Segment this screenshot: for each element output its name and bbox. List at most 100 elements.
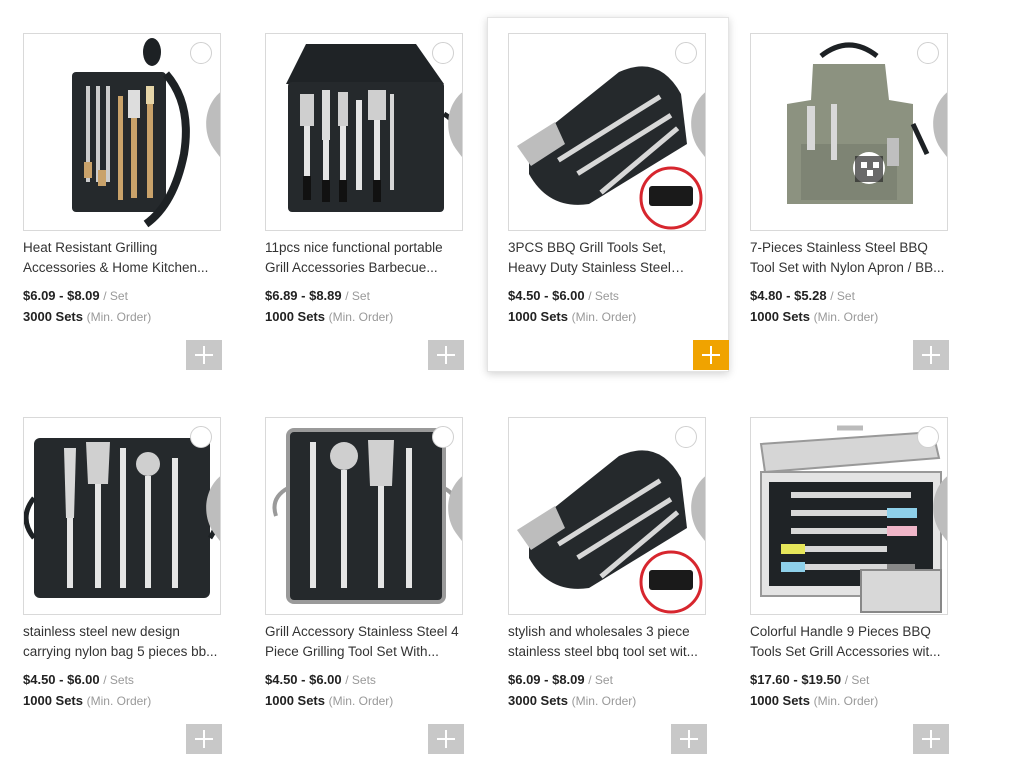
heart-icon — [933, 476, 947, 541]
product-image[interactable] — [23, 33, 221, 231]
favorite-button[interactable] — [675, 42, 705, 157]
plus-icon — [702, 346, 720, 364]
min-order-label: (Min. Order) — [86, 310, 152, 324]
add-to-compare-button[interactable] — [186, 340, 222, 370]
add-to-compare-button[interactable] — [671, 724, 707, 754]
plus-icon — [195, 346, 213, 364]
min-order-label: (Min. Order) — [571, 310, 637, 324]
price-range: $6.09 - $8.09 / Set — [508, 672, 613, 687]
min-order: 3000 Sets (Min. Order) — [508, 693, 636, 708]
price-unit: / Set — [588, 673, 613, 687]
add-to-compare-button[interactable] — [428, 340, 464, 370]
min-order-label: (Min. Order) — [86, 694, 152, 708]
product-card[interactable]: 7-Pieces Stainless Steel BBQ Tool Set wi… — [727, 17, 969, 372]
min-order-label: (Min. Order) — [571, 694, 637, 708]
product-card[interactable]: 3PCS BBQ Grill Tools Set, Heavy Duty Sta… — [487, 17, 729, 372]
price-range: $6.89 - $8.89 / Set — [265, 288, 370, 303]
min-order: 1000 Sets (Min. Order) — [265, 309, 393, 324]
min-order-qty: 1000 Sets — [23, 693, 83, 708]
product-image[interactable] — [265, 33, 463, 231]
price-range: $6.09 - $8.09 / Set — [23, 288, 128, 303]
price-unit: / Sets — [345, 673, 376, 687]
price-range: $4.50 - $6.00 / Sets — [508, 288, 619, 303]
favorite-button[interactable] — [917, 426, 947, 541]
price-amount: $17.60 - $19.50 — [750, 672, 842, 687]
product-title[interactable]: Grill Accessory Stainless Steel 4 Piece … — [265, 622, 463, 662]
product-title[interactable]: stylish and wholesales 3 piece stainless… — [508, 622, 706, 662]
price-amount: $6.09 - $8.09 — [508, 672, 585, 687]
price-unit: / Sets — [103, 673, 134, 687]
price-unit: / Sets — [588, 289, 619, 303]
product-title[interactable]: stainless steel new design carrying nylo… — [23, 622, 221, 662]
price-amount: $4.80 - $5.28 — [750, 288, 827, 303]
min-order-qty: 1000 Sets — [750, 693, 810, 708]
heart-icon — [691, 476, 705, 541]
product-title[interactable]: 7-Pieces Stainless Steel BBQ Tool Set wi… — [750, 238, 948, 278]
product-title[interactable]: 11pcs nice functional portable Grill Acc… — [265, 238, 463, 278]
min-order: 1000 Sets (Min. Order) — [23, 693, 151, 708]
product-card[interactable]: stainless steel new design carrying nylo… — [0, 401, 242, 756]
min-order-qty: 1000 Sets — [265, 309, 325, 324]
plus-icon — [922, 346, 940, 364]
price-amount: $4.50 - $6.00 — [508, 288, 585, 303]
heart-icon — [448, 92, 462, 157]
min-order-label: (Min. Order) — [813, 310, 879, 324]
price-unit: / Set — [103, 289, 128, 303]
product-image[interactable] — [508, 417, 706, 615]
product-image[interactable] — [508, 33, 706, 231]
price-unit: / Set — [830, 289, 855, 303]
product-card[interactable]: Grill Accessory Stainless Steel 4 Piece … — [242, 401, 484, 756]
product-grid: Heat Resistant Grilling Accessories & Ho… — [0, 0, 1027, 768]
heart-icon — [691, 92, 705, 157]
min-order-qty: 1000 Sets — [750, 309, 810, 324]
min-order: 3000 Sets (Min. Order) — [23, 309, 151, 324]
price-unit: / Set — [345, 289, 370, 303]
plus-icon — [922, 730, 940, 748]
favorite-button[interactable] — [190, 426, 220, 541]
add-to-compare-button[interactable] — [428, 724, 464, 754]
min-order-qty: 1000 Sets — [508, 309, 568, 324]
min-order-label: (Min. Order) — [328, 694, 394, 708]
favorite-button[interactable] — [432, 42, 462, 157]
product-image[interactable] — [750, 417, 948, 615]
product-title[interactable]: Colorful Handle 9 Pieces BBQ Tools Set G… — [750, 622, 948, 662]
price-amount: $4.50 - $6.00 — [23, 672, 100, 687]
heart-icon — [448, 476, 462, 541]
price-range: $4.80 - $5.28 / Set — [750, 288, 855, 303]
add-to-compare-button[interactable] — [186, 724, 222, 754]
plus-icon — [437, 730, 455, 748]
heart-icon — [933, 92, 947, 157]
heart-icon — [206, 92, 220, 157]
product-card[interactable]: stylish and wholesales 3 piece stainless… — [485, 401, 727, 756]
price-range: $4.50 - $6.00 / Sets — [23, 672, 134, 687]
price-amount: $6.89 - $8.89 — [265, 288, 342, 303]
price-amount: $4.50 - $6.00 — [265, 672, 342, 687]
product-image[interactable] — [265, 417, 463, 615]
favorite-button[interactable] — [917, 42, 947, 157]
product-title[interactable]: Heat Resistant Grilling Accessories & Ho… — [23, 238, 221, 278]
price-amount: $6.09 - $8.09 — [23, 288, 100, 303]
min-order: 1000 Sets (Min. Order) — [750, 309, 878, 324]
price-range: $4.50 - $6.00 / Sets — [265, 672, 376, 687]
product-title[interactable]: 3PCS BBQ Grill Tools Set, Heavy Duty Sta… — [508, 238, 706, 278]
favorite-button[interactable] — [432, 426, 462, 541]
product-card[interactable]: Heat Resistant Grilling Accessories & Ho… — [0, 17, 242, 372]
min-order-qty: 1000 Sets — [265, 693, 325, 708]
favorite-button[interactable] — [675, 426, 705, 541]
min-order-qty: 3000 Sets — [23, 309, 83, 324]
add-to-compare-button[interactable] — [913, 724, 949, 754]
favorite-button[interactable] — [190, 42, 220, 157]
add-to-compare-button[interactable] — [913, 340, 949, 370]
min-order-qty: 3000 Sets — [508, 693, 568, 708]
min-order: 1000 Sets (Min. Order) — [508, 309, 636, 324]
heart-icon — [206, 476, 220, 541]
price-unit: / Set — [844, 673, 870, 687]
product-image[interactable] — [750, 33, 948, 231]
price-range: $17.60 - $19.50 / Set — [750, 672, 869, 687]
plus-icon — [680, 730, 698, 748]
product-card[interactable]: Colorful Handle 9 Pieces BBQ Tools Set G… — [727, 401, 969, 756]
product-image[interactable] — [23, 417, 221, 615]
min-order: 1000 Sets (Min. Order) — [750, 693, 878, 708]
product-card[interactable]: 11pcs nice functional portable Grill Acc… — [242, 17, 484, 372]
add-to-compare-button[interactable] — [693, 340, 729, 370]
